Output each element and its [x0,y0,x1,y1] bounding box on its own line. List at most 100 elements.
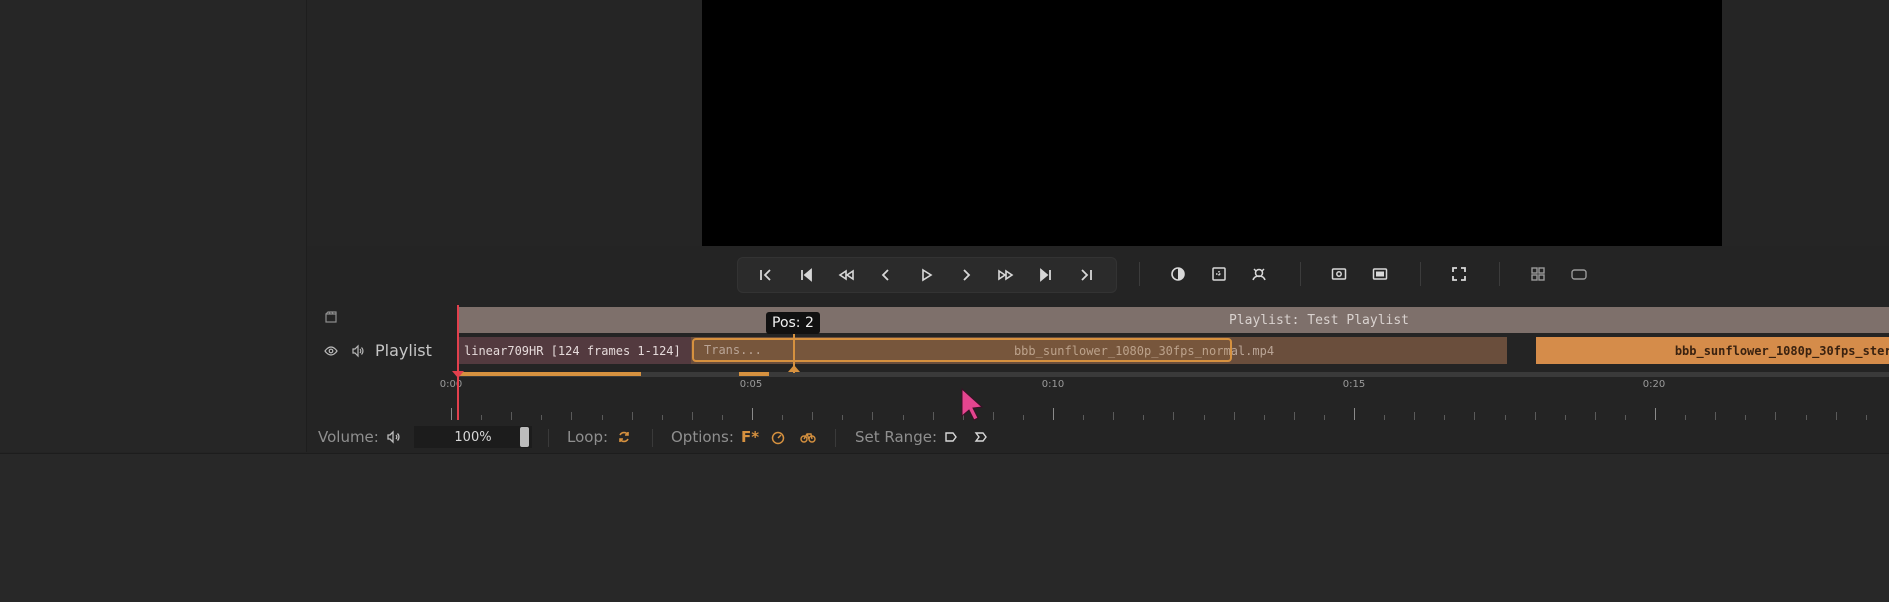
loop-button[interactable] [616,422,632,452]
transition-label: Trans... [704,343,762,357]
video-viewport[interactable] [702,0,1722,246]
ruler-tick [993,412,994,420]
ruler-tick [692,412,693,420]
ruler-tick [1474,412,1475,420]
ruler-tick [1655,408,1656,420]
go-to-end-button[interactable] [1066,258,1106,292]
color-picker-icon [1252,268,1266,281]
ruler-tick [1745,415,1746,420]
ruler-tick [1023,415,1024,420]
mask-icon [1212,267,1226,281]
fullscreen-button[interactable] [1439,257,1479,291]
ruler-tick [481,415,482,420]
tick-label: 0:20 [1642,379,1666,390]
snapshot-icon [1331,268,1347,280]
ruler-tick [1565,415,1566,420]
transition-clip[interactable]: Trans... [692,338,1232,362]
contrast-button[interactable] [1158,257,1198,291]
bicycle-icon [800,433,816,443]
grid-layout-button[interactable] [1518,257,1558,291]
speed-button[interactable] [770,422,786,452]
step-forward-button[interactable] [946,258,986,292]
set-range-in-button[interactable] [943,422,959,452]
performance-button[interactable] [800,422,816,452]
clip-bbb-stereo[interactable]: bbb_sunflower_1080p_30fps_stereo [1536,337,1889,364]
playhead[interactable] [457,305,459,420]
step-forward-icon [963,269,971,281]
bottom-panel [0,453,1889,602]
volume-value: 100% [454,429,492,445]
status-divider [835,429,836,447]
ruler-tick [541,415,542,420]
single-layout-button[interactable] [1559,257,1599,291]
ruler-tick [903,415,904,420]
track-audio-toggle[interactable] [350,343,366,359]
ruler-tick [1113,412,1114,420]
set-range-label: Set Range: [855,428,937,446]
ruler-tick [1685,415,1686,420]
transport-controls [737,257,1117,293]
ruler-tick [1505,415,1506,420]
ruler-tick [1836,412,1837,420]
toolbar-divider [1300,262,1301,286]
tick-label: 0:15 [1342,379,1366,390]
cached-range [459,372,641,376]
rewind-button[interactable] [826,258,866,292]
position-tooltip: Pos: 2 [766,312,820,334]
force-frame-button[interactable]: F* [741,422,759,452]
letterbox-button[interactable] [1360,257,1400,291]
previous-clip-button[interactable] [786,258,826,292]
ruler-tick [1414,412,1415,420]
volume-slider[interactable]: 100% [414,426,532,448]
step-back-button[interactable] [866,258,906,292]
range-in-icon [945,432,957,442]
tick-label: 0:10 [1041,379,1065,390]
range-bar[interactable] [459,372,1889,377]
ruler-tick [1775,412,1776,420]
range-out-icon [974,432,987,442]
next-clip-button[interactable] [1026,258,1066,292]
color-picker-button[interactable] [1239,257,1279,291]
go-to-start-icon [760,269,771,281]
previous-clip-icon [801,268,812,282]
loop-icon [619,431,629,443]
mute-button[interactable] [386,422,402,452]
rewind-icon [838,269,854,281]
clip-linear709hr[interactable]: linear709HR [124 frames 1-124] [459,337,691,364]
clapperboard-icon [323,309,339,325]
speaker-icon [352,344,364,358]
single-layout-icon [1571,269,1587,280]
left-panel [0,0,307,452]
ruler-tick [842,415,843,420]
clip-label: linear709HR [124 frames 1-124] [464,343,681,358]
eye-icon [324,346,338,356]
fast-forward-button[interactable] [986,258,1026,292]
toolbar-divider [1499,262,1500,286]
next-clip-icon [1040,268,1051,282]
mask-button[interactable] [1199,257,1239,291]
ruler-tick [872,412,873,420]
ruler-tick [1173,412,1174,420]
ruler-tick [1264,415,1265,420]
status-bar: Volume: 100% Loop: Options: F* Set Range… [318,422,1889,452]
ruler-tick [1806,415,1807,420]
hover-marker [788,365,800,372]
playlist-header[interactable]: Playlist: Test Playlist [459,307,1889,333]
ruler-tick [1535,412,1536,420]
snapshot-button[interactable] [1319,257,1359,291]
toolbar-divider [1420,262,1421,286]
ruler-tick [1444,415,1445,420]
visibility-toggle[interactable] [322,343,340,359]
go-to-start-button[interactable] [746,258,786,292]
play-button[interactable] [906,258,946,292]
play-icon [922,268,933,282]
status-divider [548,429,549,447]
ruler-tick [933,412,934,420]
ruler-tick [812,412,813,420]
volume-handle[interactable] [520,427,529,447]
fast-forward-icon [998,269,1014,281]
playlist-title: Playlist: Test Playlist [1228,312,1409,328]
ruler-tick [1204,415,1205,420]
set-range-out-button[interactable] [973,422,989,452]
ruler-tick [451,408,452,420]
